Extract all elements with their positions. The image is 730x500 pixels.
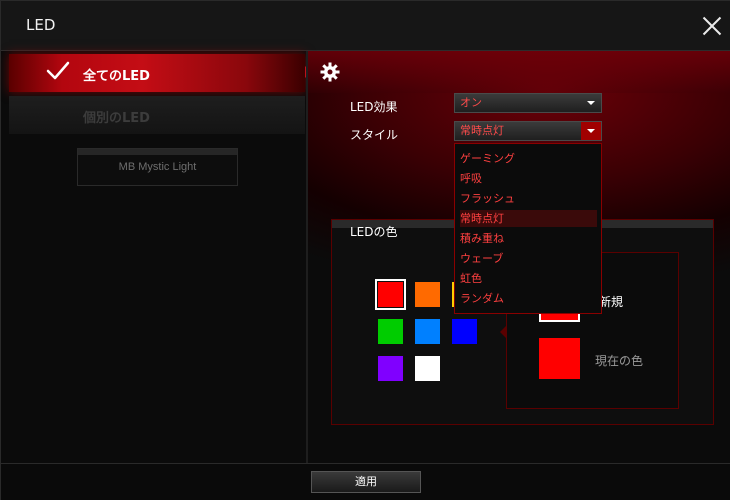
style-option[interactable]: ゲーミング — [460, 150, 597, 167]
led-effect-select[interactable]: オン — [454, 93, 602, 113]
sidebar-item-label: 個別のLED — [83, 111, 150, 126]
style-option[interactable]: 常時点灯 — [460, 210, 597, 227]
current-color-swatch — [539, 338, 580, 379]
apply-button[interactable]: 適用 — [311, 471, 421, 493]
style-option[interactable]: ランダム — [460, 290, 597, 307]
style-option[interactable]: フラッシュ — [460, 190, 597, 207]
device-button[interactable]: MB Mystic Light — [77, 148, 238, 186]
led-color-title: LEDの色 — [350, 225, 398, 239]
sidebar: 全てのLED 個別のLED MB Mystic Light — [1, 51, 311, 463]
style-option[interactable]: 積み重ね — [460, 230, 597, 247]
settings-panel: LED効果 オン スタイル 常時点灯 LEDの色 新規 現在の色 ゲーミング呼吸… — [308, 51, 730, 463]
style-label: スタイル — [350, 128, 399, 142]
color-swatch[interactable] — [452, 319, 477, 344]
style-dropdown-list: ゲーミング呼吸フラッシュ常時点灯積み重ねウェーブ虹色ランダム — [454, 143, 602, 314]
style-option[interactable]: ウェーブ — [460, 250, 597, 267]
sidebar-item-label: 全てのLED — [83, 69, 150, 84]
color-swatch[interactable] — [375, 279, 406, 310]
color-swatch[interactable] — [415, 319, 440, 344]
close-icon[interactable] — [699, 13, 725, 39]
color-swatch[interactable] — [415, 356, 440, 381]
led-window: LED 全てのLED 個別のLED MB Mystic Light LED効果 … — [0, 0, 730, 500]
led-effect-label: LED効果 — [350, 100, 398, 114]
checkmark-icon — [46, 61, 70, 80]
color-swatch[interactable] — [378, 356, 403, 381]
sidebar-item-all-leds[interactable]: 全てのLED — [9, 54, 305, 92]
style-option[interactable]: 呼吸 — [460, 170, 597, 187]
style-value: 常時点灯 — [460, 124, 504, 137]
style-select[interactable]: 常時点灯 — [454, 121, 602, 141]
gear-icon[interactable] — [320, 62, 340, 82]
sidebar-item-individual-leds[interactable]: 個別のLED — [9, 96, 305, 134]
style-option[interactable]: 虹色 — [460, 270, 597, 287]
title-bar: LED — [1, 1, 730, 51]
led-effect-value: オン — [460, 96, 482, 109]
new-color-label: 新規 — [599, 295, 624, 309]
window-title: LED — [26, 16, 56, 34]
chevron-down-icon — [587, 129, 595, 133]
color-swatch[interactable] — [415, 282, 440, 307]
footer: 適用 — [1, 463, 730, 500]
color-swatch[interactable] — [378, 319, 403, 344]
current-color-label: 現在の色 — [595, 354, 644, 368]
chevron-down-icon — [587, 101, 595, 105]
